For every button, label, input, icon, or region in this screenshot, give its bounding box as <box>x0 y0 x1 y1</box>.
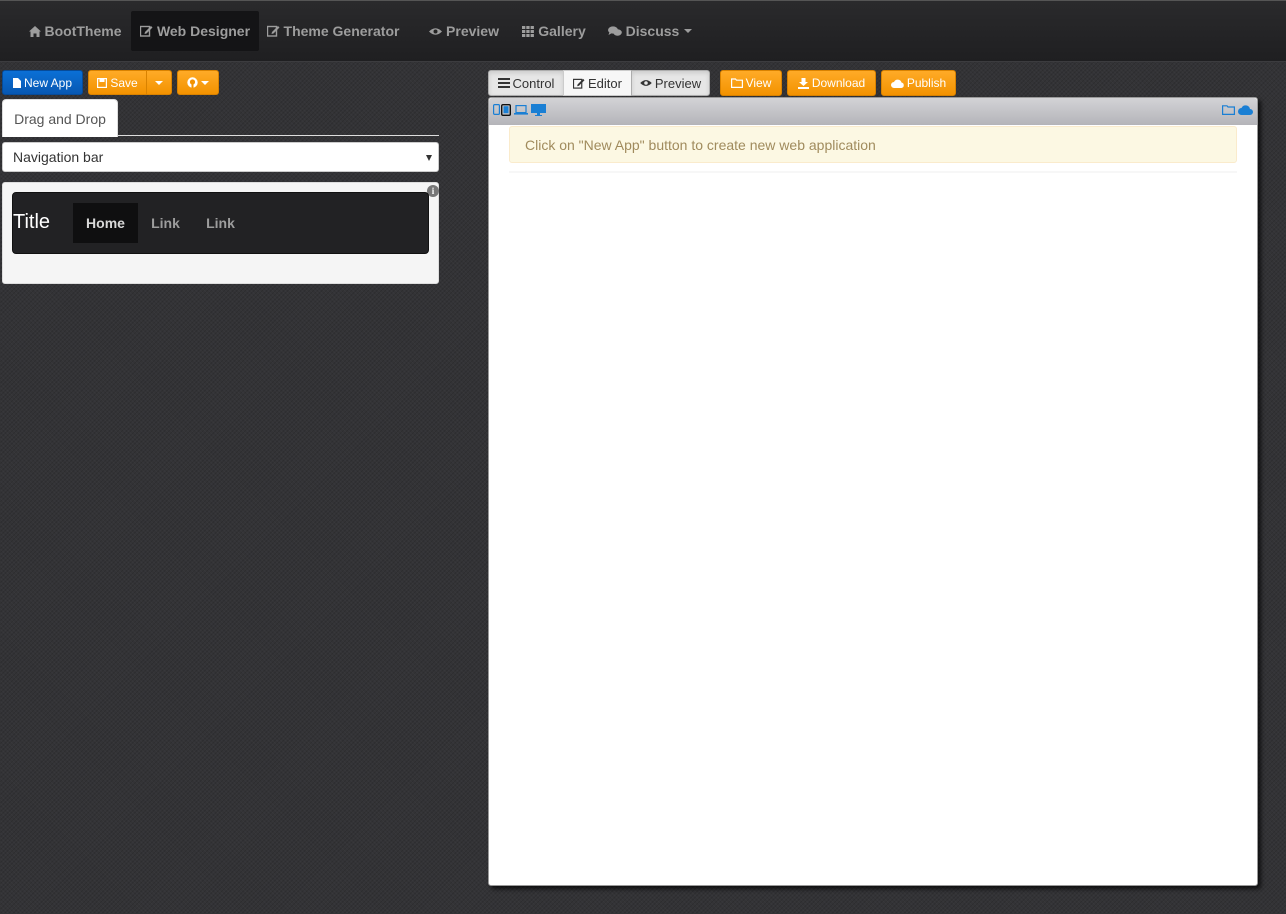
chevron-down-icon <box>201 80 209 85</box>
nav-web-designer[interactable]: Web Designer <box>131 11 259 51</box>
component-select[interactable]: Navigation bar <box>2 142 439 172</box>
save-button[interactable]: Save <box>88 70 147 95</box>
download-icon <box>797 77 809 89</box>
publish-label: Publish <box>906 76 947 90</box>
component-select-value: Navigation bar <box>13 149 104 165</box>
widget-brand: Title <box>13 211 51 233</box>
publish-button[interactable]: Publish <box>881 70 956 96</box>
nav-label: Gallery <box>538 23 586 39</box>
chevron-down-icon <box>155 80 163 85</box>
nav-label: Preview <box>446 23 499 39</box>
new-app-label: New App <box>23 75 73 90</box>
list-icon <box>497 78 510 88</box>
edit-icon <box>266 25 280 37</box>
download-label: Download <box>811 76 866 90</box>
save-label: Save <box>110 75 138 90</box>
view-button[interactable]: View <box>720 70 782 96</box>
save-icon <box>97 77 108 88</box>
chevron-down-icon <box>684 29 693 33</box>
widget-link-home: Home <box>73 203 138 243</box>
preview-frame: Click on "New App" button to create new … <box>488 97 1258 886</box>
laptop-icon[interactable] <box>514 105 528 115</box>
nav-label: BootTheme <box>44 23 122 39</box>
info-alert: Click on "New App" button to create new … <box>509 126 1237 163</box>
preview-toggle[interactable]: Preview <box>631 70 710 96</box>
phone-icon[interactable] <box>501 104 511 116</box>
comments-icon <box>607 25 622 37</box>
new-app-button[interactable]: New App <box>2 70 83 95</box>
folder-icon <box>730 78 743 88</box>
tablet-icon[interactable] <box>493 104 500 115</box>
edit-icon <box>139 25 153 37</box>
nav-label: Web Designer <box>156 23 251 39</box>
view-label: View <box>745 76 772 90</box>
widget-link: Link <box>151 215 180 231</box>
save-dropdown-toggle[interactable] <box>146 70 172 95</box>
github-icon <box>187 77 198 88</box>
eye-icon <box>429 27 443 36</box>
chevron-down-icon <box>426 155 432 161</box>
cloud-icon <box>890 79 904 88</box>
top-navbar: BootTheme Web Designer Theme Generator P… <box>0 0 1286 62</box>
desktop-icon[interactable] <box>531 104 546 116</box>
github-button[interactable] <box>177 70 219 95</box>
edit-icon <box>573 78 585 89</box>
navbar-widget-preview[interactable]: Title Home Link Link <box>12 192 429 254</box>
nav-boottheme[interactable]: BootTheme <box>20 11 130 51</box>
file-icon <box>12 77 21 88</box>
download-button[interactable]: Download <box>787 70 876 96</box>
grid-icon <box>522 25 535 37</box>
editor-label: Editor <box>588 75 622 91</box>
preview-frame-header <box>489 98 1257 125</box>
editor-toggle[interactable]: Editor <box>563 70 632 96</box>
widget-link: Link <box>206 215 235 231</box>
cloud-icon[interactable] <box>1238 105 1253 115</box>
nav-preview[interactable]: Preview <box>420 11 508 51</box>
nav-theme-generator[interactable]: Theme Generator <box>260 11 406 51</box>
control-label: Control <box>512 75 555 91</box>
nav-label: Theme Generator <box>283 23 400 39</box>
tab-drag-and-drop[interactable]: Drag and Drop <box>2 99 118 137</box>
preview-label: Preview <box>654 75 702 91</box>
nav-discuss[interactable]: Discuss <box>600 11 700 51</box>
folder-icon[interactable] <box>1222 105 1235 115</box>
eye-icon <box>640 79 652 87</box>
nav-label: Discuss <box>625 23 680 39</box>
nav-gallery[interactable]: Gallery <box>512 11 596 51</box>
home-icon <box>28 25 41 37</box>
divider <box>509 171 1237 173</box>
control-toggle[interactable]: Control <box>488 70 564 96</box>
